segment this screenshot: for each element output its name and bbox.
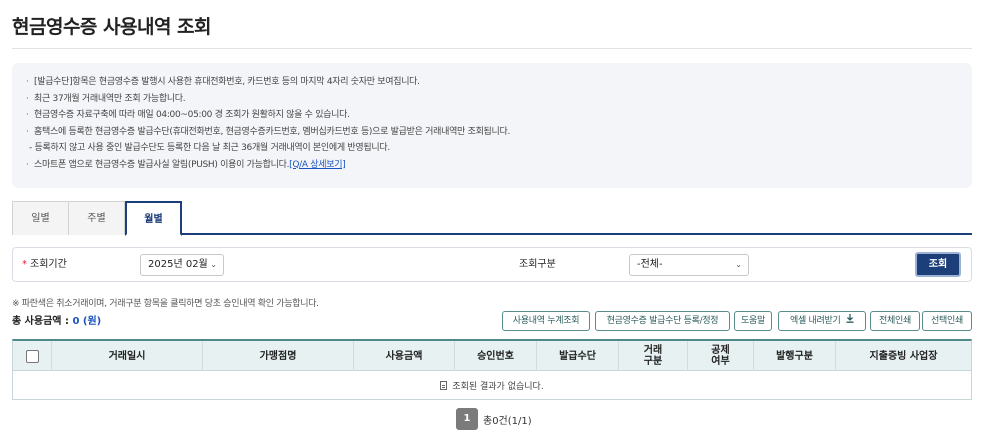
col-header[interactable]: 발행구분 — [754, 341, 836, 371]
period-tabs: 일별 주별 월별 — [12, 201, 972, 236]
cumulative-inquiry-button[interactable]: 사용내역 누계조회 — [502, 311, 590, 331]
excel-download-button[interactable]: 엑셀 내려받기 — [778, 311, 866, 331]
qa-detail-link[interactable]: [Q/A 상세보기] — [289, 160, 346, 170]
period-select[interactable]: 2025년 02월 ⌄ — [140, 254, 224, 276]
notice-item: · 홈택스에 등록한 현금영수증 발급수단(휴대전화번호, 현금영수증카드번호, … — [26, 126, 511, 137]
col-header[interactable]: 발급수단 — [537, 341, 619, 371]
hint-text: ※ 파란색은 취소거래이며, 거래구분 항목을 클릭하면 당초 승인내역 확인 … — [12, 299, 319, 309]
total-amount-value: 0 (원) — [72, 316, 102, 327]
page-info: 총0건(1/1) — [483, 416, 532, 427]
print-selected-button[interactable]: 선택인쇄 — [922, 311, 972, 331]
col-header[interactable]: 승인번호 — [455, 341, 537, 371]
register-means-button[interactable]: 현금영수증 발급수단 등록/정정 — [595, 311, 730, 331]
notice-subitem: - 등록하지 않고 사용 중인 발급수단도 등록한 다음 날 최근 36개월 거… — [29, 143, 390, 153]
title-divider — [12, 48, 972, 49]
search-panel: * 조회기간 2025년 02월 ⌄ 조회구분 -전체- ⌄ 조회 — [12, 247, 972, 282]
chevron-down-icon: ⌄ — [735, 260, 742, 269]
print-all-button[interactable]: 전체인쇄 — [870, 311, 920, 331]
tab-weekly[interactable]: 주별 — [68, 201, 125, 235]
document-icon — [440, 380, 448, 390]
search-button[interactable]: 조회 — [915, 252, 961, 277]
page-button[interactable]: 1 — [456, 408, 478, 430]
required-mark: * — [22, 259, 27, 270]
results-table: 거래일시 가맹점명 사용금액 승인번호 발급수단 거래 구분 공제 여부 발행구… — [12, 339, 972, 400]
col-header[interactable]: 거래일시 — [52, 341, 203, 371]
chevron-down-icon: ⌄ — [210, 260, 217, 269]
col-header[interactable]: 지출증빙 사업장 — [836, 341, 971, 371]
help-button[interactable]: 도움말 — [734, 311, 772, 331]
notice-item: · [발급수단]항목은 현금영수증 발행시 사용한 휴대전화번호, 카드번호 등의… — [26, 77, 420, 87]
period-label: * 조회기간 — [22, 259, 67, 270]
col-header[interactable]: 가맹점명 — [203, 341, 354, 371]
col-header[interactable]: 거래 구분 — [619, 341, 688, 371]
empty-row: 조회된 결과가 없습니다. — [13, 371, 971, 399]
tab-monthly[interactable]: 월별 — [125, 201, 182, 236]
table-header: 거래일시 가맹점명 사용금액 승인번호 발급수단 거래 구분 공제 여부 발행구… — [13, 341, 971, 371]
type-label: 조회구분 — [519, 259, 556, 270]
download-icon — [846, 312, 854, 330]
total-amount: 총 사용금액 : 0 (원) — [12, 316, 102, 327]
select-all-cell — [13, 341, 52, 371]
col-header[interactable]: 사용금액 — [354, 341, 455, 371]
tab-daily[interactable]: 일별 — [12, 201, 69, 235]
notice-box: · [발급수단]항목은 현금영수증 발행시 사용한 휴대전화번호, 카드번호 등의… — [12, 63, 972, 188]
notice-item: · 스마트폰 앱으로 현금영수증 발급사실 알림(PUSH) 이용이 가능합니다.… — [26, 159, 346, 170]
type-select[interactable]: -전체- ⌄ — [629, 254, 749, 276]
col-header[interactable]: 공제 여부 — [688, 341, 754, 371]
page-title: 현금영수증 사용내역 조회 — [12, 16, 212, 38]
notice-item: · 현금영수증 자료구축에 따라 매일 04:00~05:00 경 조회가 원활하… — [26, 110, 350, 120]
notice-item: · 최근 37개월 거래내역만 조회 가능합니다. — [26, 93, 186, 104]
select-all-checkbox[interactable] — [25, 349, 39, 363]
